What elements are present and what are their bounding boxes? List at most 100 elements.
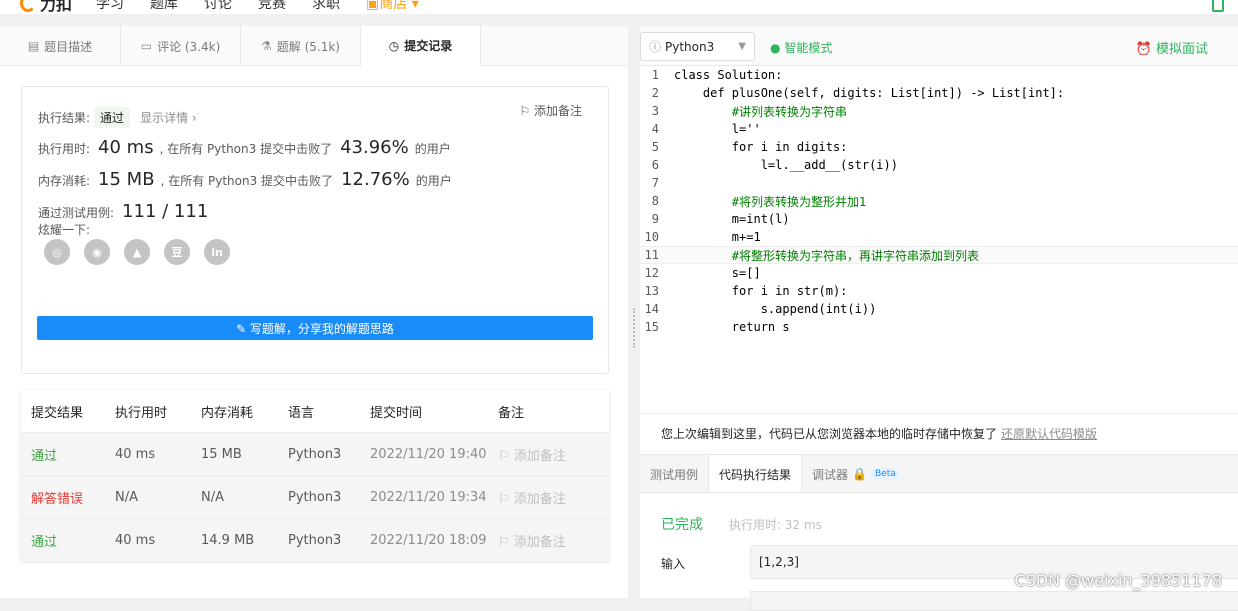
memory-value: 15 MB: [98, 169, 155, 190]
line-number: 12: [640, 266, 674, 280]
smart-mode-label: 智能模式: [784, 41, 832, 55]
share-icons: ◎ ◉ ▲ 豆 in: [44, 239, 244, 265]
language-value: Python3: [665, 40, 714, 54]
mock-interview-button[interactable]: ⏰ 模拟面试: [1136, 38, 1208, 57]
language-select[interactable]: ⓘ Python3 ▼: [640, 32, 755, 61]
output-box: [750, 591, 1238, 611]
code-text: def plusOne(self, digits: List[int]) -> …: [674, 86, 1064, 100]
weibo-icon[interactable]: ◉: [84, 239, 110, 265]
phone-icon[interactable]: [1212, 0, 1224, 12]
nav-item-discuss[interactable]: 讨论: [204, 0, 232, 13]
row-add-note[interactable]: ⚐ 添加备注: [498, 488, 609, 507]
mock-interview-label: 模拟面试: [1156, 42, 1208, 57]
shop-icon: ▣: [366, 0, 379, 12]
code-text: m+=1: [674, 230, 761, 244]
line-number: 15: [640, 320, 674, 334]
line-number: 2: [640, 86, 674, 100]
alarm-clock-icon: ⏰: [1136, 42, 1152, 57]
runtime-row: 执行用时: 40 ms , 在所有 Python3 提交中击败了 43.96% …: [38, 137, 451, 158]
add-note-button[interactable]: ⚐ 添加备注: [519, 102, 582, 119]
row-add-note[interactable]: ⚐ 添加备注: [498, 531, 609, 550]
code-text: s=[]: [674, 266, 761, 280]
row-runtime: N/A: [115, 490, 201, 505]
code-editor[interactable]: 1class Solution: 2 def plusOne(self, dig…: [640, 66, 1238, 413]
restore-notice: 您上次编辑到这里，代码已从您浏览器本地的临时存储中恢复了 还原默认代码模版: [640, 413, 1238, 453]
smart-mode-toggle[interactable]: ● 智能模式: [770, 39, 832, 56]
top-spacer: [0, 14, 1238, 26]
row-runtime: 40 ms: [115, 533, 201, 548]
code-text: #将整形转换为字符串，再讲字符串添加到列表: [674, 247, 979, 264]
code-text: for i in digits:: [674, 140, 847, 154]
row-memory: 15 MB: [201, 447, 288, 462]
douban-icon[interactable]: 豆: [164, 239, 190, 265]
console-tabs: 测试用例 代码执行结果 调试器 🔒 Beta: [640, 454, 1238, 492]
header-submit-time: 提交时间: [370, 402, 498, 421]
row-language: Python3: [288, 533, 370, 548]
memory-row: 内存消耗: 15 MB , 在所有 Python3 提交中击败了 12.76% …: [38, 169, 452, 190]
exec-result-label: 执行结果:: [38, 109, 90, 126]
leetcode-logo[interactable]: 力扣: [20, 0, 72, 14]
runtime-value: 40 ms: [98, 137, 154, 158]
clock-icon: ◷: [389, 39, 399, 53]
row-status[interactable]: 解答错误: [21, 488, 115, 507]
tab-debugger[interactable]: 调试器 🔒 Beta: [802, 455, 910, 493]
tab-solutions[interactable]: ⚗题解 (5.1k): [241, 26, 361, 66]
nav-item-learn[interactable]: 学习: [96, 0, 124, 13]
code-text: l='': [674, 122, 761, 136]
restore-text: 您上次编辑到这里，代码已从您浏览器本地的临时存储中恢复了: [661, 425, 997, 442]
exec-result-row: 执行结果: 通过 显示详情 ›: [38, 107, 197, 128]
left-panel: ▤题目描述 ▭评论 (3.4k) ⚗题解 (5.1k) ◷ 提交记录 执行结果: …: [0, 26, 628, 598]
write-solution-button[interactable]: ✎ 写题解，分享我的解题思路: [37, 316, 593, 340]
add-note-label: 添加备注: [534, 104, 582, 118]
table-row[interactable]: 通过 40 ms 15 MB Python3 2022/11/20 19:40 …: [21, 432, 609, 475]
row-memory: 14.9 MB: [201, 533, 288, 548]
show-detail-link[interactable]: 显示详情 ›: [140, 109, 197, 126]
row-note-label: 添加备注: [514, 535, 566, 550]
flag-icon: ⚐: [498, 535, 510, 550]
row-add-note[interactable]: ⚐ 添加备注: [498, 445, 609, 464]
code-text: s.append(int(i)): [674, 302, 876, 316]
tab-comments[interactable]: ▭评论 (3.4k): [121, 26, 241, 66]
linkedin-icon[interactable]: in: [204, 239, 230, 265]
table-row[interactable]: 解答错误 N/A N/A Python3 2022/11/20 19:34 ⚐ …: [21, 475, 609, 518]
row-note-label: 添加备注: [514, 449, 566, 464]
line-number: 5: [640, 140, 674, 154]
code-text: m=int(l): [674, 212, 790, 226]
row-runtime: 40 ms: [115, 447, 201, 462]
code-line: 5 for i in digits:: [640, 138, 1238, 156]
row-status[interactable]: 通过: [21, 445, 115, 464]
line-number: 4: [640, 122, 674, 136]
nav-item-contest[interactable]: 竞赛: [258, 0, 286, 13]
code-line: 10 m+=1: [640, 228, 1238, 246]
code-line: 6 l=l.__add__(str(i)): [640, 156, 1238, 174]
tab-testcase[interactable]: 测试用例: [640, 455, 708, 493]
shop-label: 商店: [379, 0, 407, 12]
restore-default-link[interactable]: 还原默认代码模版: [1001, 425, 1097, 442]
tab-label: 提交记录: [404, 37, 452, 54]
left-tabs: ▤题目描述 ▭评论 (3.4k) ⚗题解 (5.1k) ◷ 提交记录: [0, 26, 628, 66]
beta-badge: Beta: [871, 468, 900, 480]
nav-item-problems[interactable]: 题库: [150, 0, 178, 13]
lock-icon: 🔒: [852, 467, 867, 481]
table-row[interactable]: 通过 40 ms 14.9 MB Python3 2022/11/20 18:0…: [21, 518, 609, 561]
wechat-icon[interactable]: ◎: [44, 239, 70, 265]
debugger-label: 调试器: [812, 466, 848, 483]
code-line: 3 #讲列表转换为字符串: [640, 102, 1238, 120]
panel-resizer[interactable]: [628, 26, 640, 598]
row-status[interactable]: 通过: [21, 531, 115, 550]
code-line-active: 11 #将整形转换为字符串，再讲字符串添加到列表: [640, 246, 1238, 264]
code-line: 9 m=int(l): [640, 210, 1238, 228]
line-number: 6: [640, 158, 674, 172]
qq-icon[interactable]: ▲: [124, 239, 150, 265]
tab-description[interactable]: ▤题目描述: [0, 26, 121, 66]
nav-item-jobs[interactable]: 求职: [312, 0, 340, 13]
status-badge: 通过: [94, 107, 130, 128]
code-line: 14 s.append(int(i)): [640, 300, 1238, 318]
tab-submissions[interactable]: ◷ 提交记录: [361, 26, 481, 66]
input-label: 输入: [661, 555, 685, 572]
tab-run-result[interactable]: 代码执行结果: [708, 455, 802, 493]
header-language: 语言: [288, 402, 370, 421]
code-line: 12 s=[]: [640, 264, 1238, 282]
line-number: 10: [640, 230, 674, 244]
nav-item-shop[interactable]: ▣商店 ▾: [366, 0, 419, 13]
